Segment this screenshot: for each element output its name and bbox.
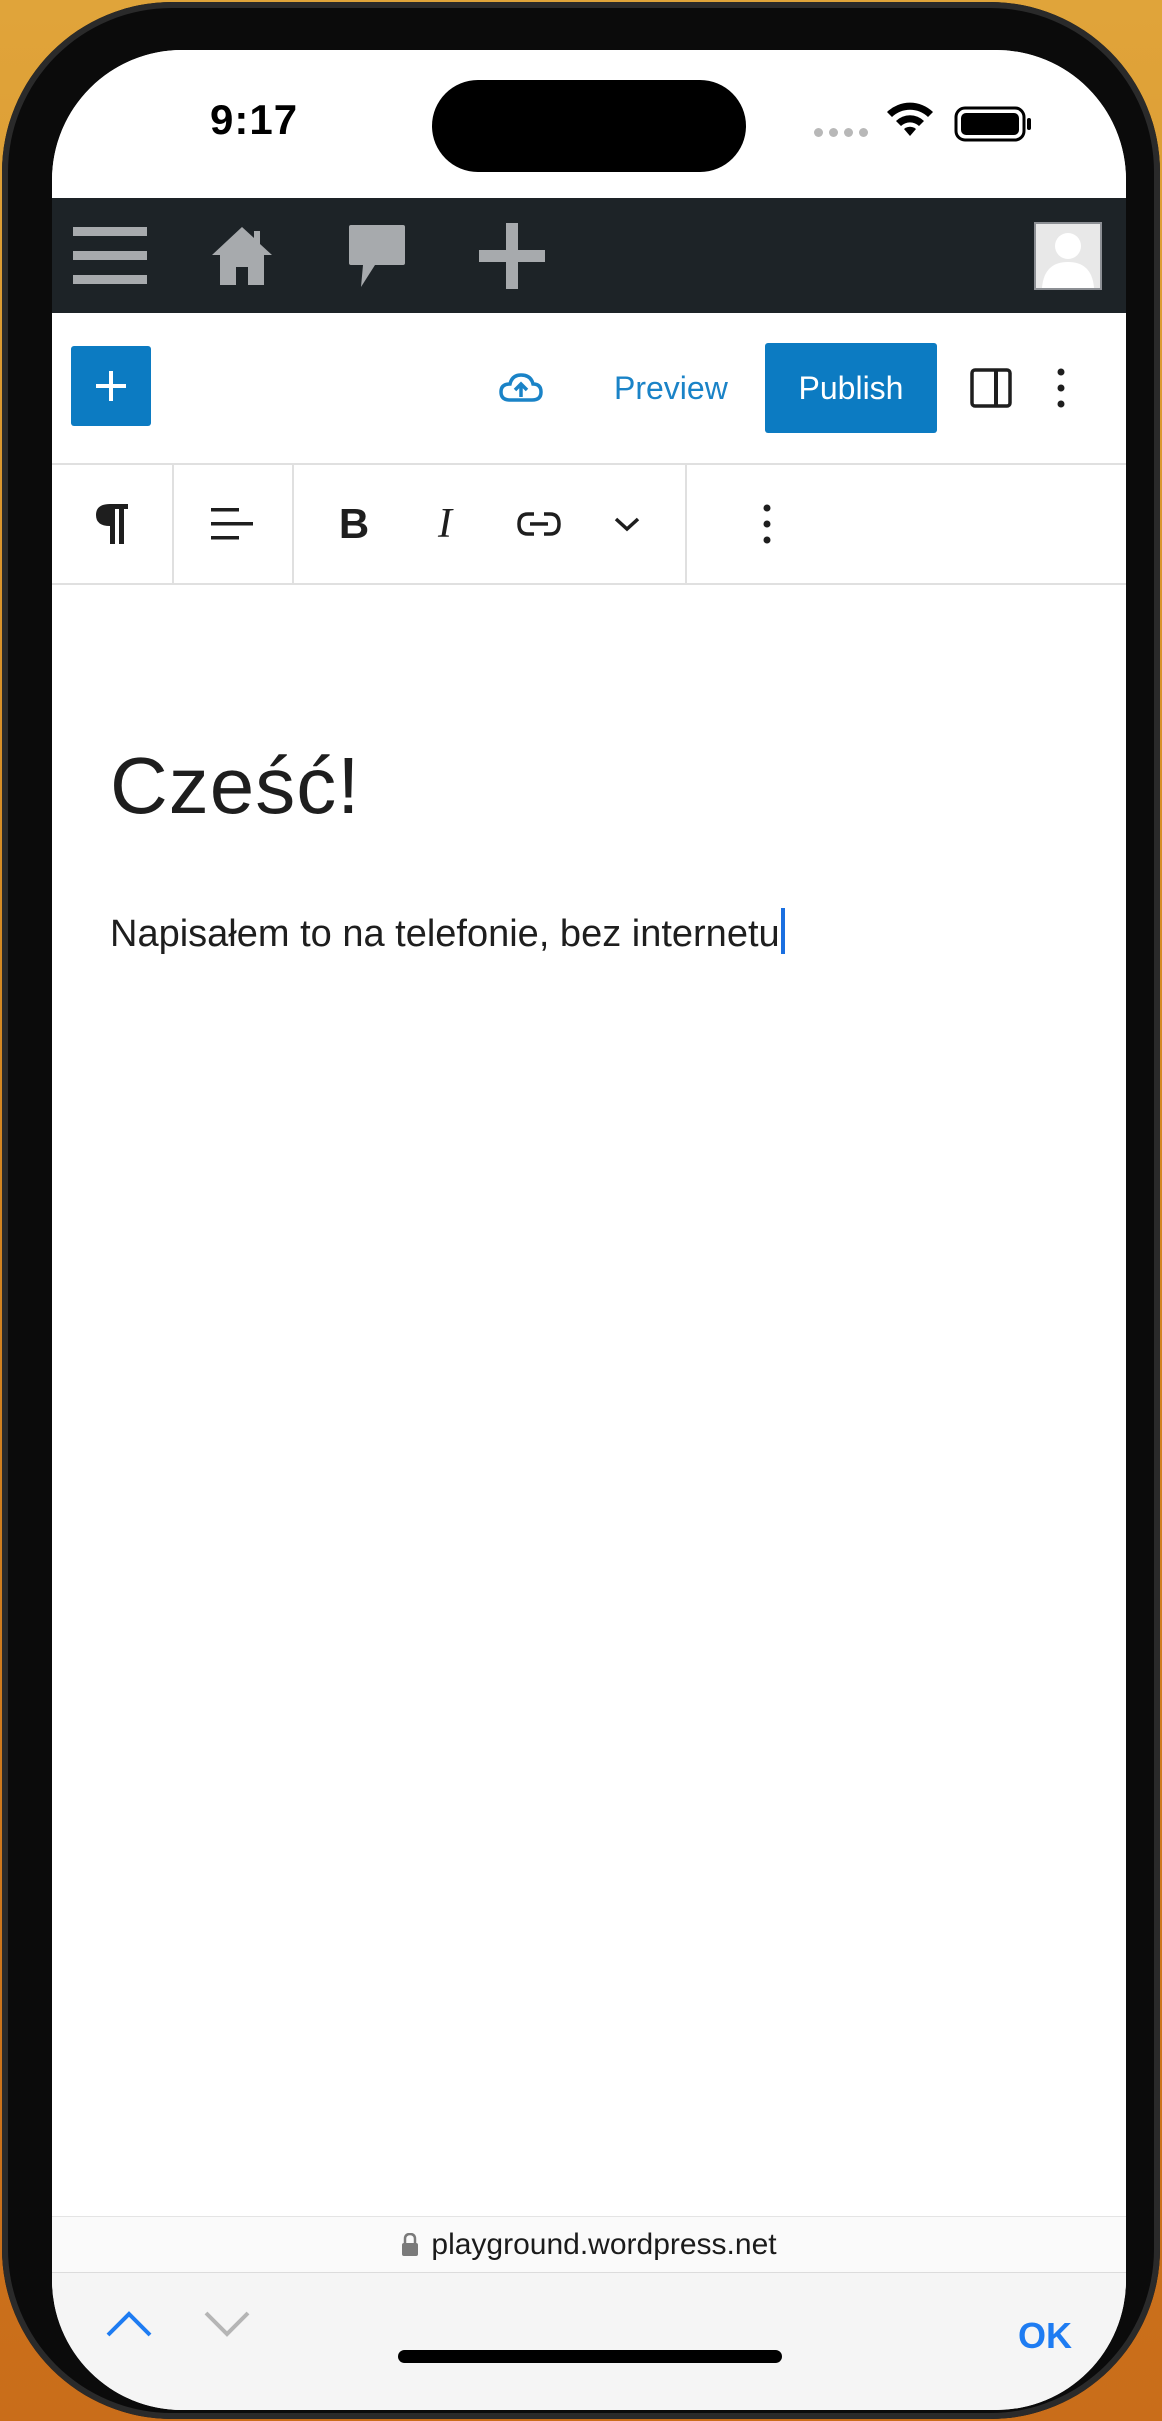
dynamic-island [432,80,746,172]
bold-button[interactable]: B [314,465,394,583]
preview-button[interactable]: Preview [600,353,742,423]
toolbar-group-alignment [172,465,294,583]
editor-header: Preview Publish [52,313,1126,465]
battery-icon [954,106,1031,142]
phone-screen: 9:17 Preview Publish B I Cześć! Napisałe… [52,50,1126,2410]
paragraph-block[interactable]: Napisałem to na telefonie, bez internetu [110,908,785,956]
keyboard-accessory-bar: OK [52,2272,1126,2410]
plus-icon [96,371,126,401]
admin-home-button[interactable] [207,198,277,313]
block-toolbar: B I [52,465,1126,585]
link-icon [517,512,561,536]
wifi-icon [887,102,933,136]
url-text: playground.wordpress.net [431,2228,777,2261]
align-button[interactable] [172,465,292,583]
bold-icon: B [338,500,370,547]
more-formatting-button[interactable] [592,465,662,583]
next-field-button[interactable] [202,2309,252,2344]
sidebar-toggle-icon [970,368,1012,408]
phone-frame: 9:17 Preview Publish B I Cześć! Napisałe… [2,2,1160,2419]
publish-button[interactable]: Publish [765,343,937,433]
home-indicator [398,2350,782,2363]
block-type-button[interactable] [52,465,172,583]
status-time: 9:17 [210,96,299,143]
pilcrow-icon [96,504,128,544]
block-options-button[interactable] [732,465,802,583]
home-icon [212,226,272,285]
chevron-down-icon [614,517,640,532]
cellular-signal-icon [814,128,868,137]
more-options-icon [763,504,771,544]
text-cursor [780,908,785,954]
browser-url-bar[interactable]: playground.wordpress.net [52,2216,1126,2273]
italic-button[interactable]: I [405,465,485,583]
lock-icon [402,2233,419,2256]
menu-icon [73,226,147,284]
link-button[interactable] [494,465,584,583]
previous-field-button[interactable] [104,2309,154,2344]
editor-options-button[interactable] [1046,363,1076,413]
block-inserter-button[interactable] [71,346,151,426]
save-draft-button[interactable] [496,363,546,413]
italic-icon: I [438,501,452,547]
more-vertical-icon [1057,368,1065,408]
settings-sidebar-button[interactable] [966,363,1016,413]
toolbar-group-block-type [52,465,174,583]
align-icon [211,508,253,540]
plus-icon [479,222,545,289]
paragraph-text: Napisałem to na telefonie, bez internetu [110,913,780,955]
admin-new-content-button[interactable] [474,198,550,313]
admin-comments-button[interactable] [342,198,412,313]
toolbar-group-formatting: B I [292,465,687,583]
chevron-up-icon [106,2311,152,2337]
cloud-upload-icon [499,373,543,402]
admin-account-button[interactable] [1032,198,1104,313]
avatar-icon [1034,221,1102,290]
status-bar: 9:17 [52,50,1126,198]
comment-icon [349,224,405,287]
admin-bar [52,198,1126,313]
admin-menu-button[interactable] [70,198,150,313]
post-title[interactable]: Cześć! [110,740,361,832]
done-button[interactable]: OK [1018,2315,1072,2357]
chevron-down-icon [204,2311,250,2337]
